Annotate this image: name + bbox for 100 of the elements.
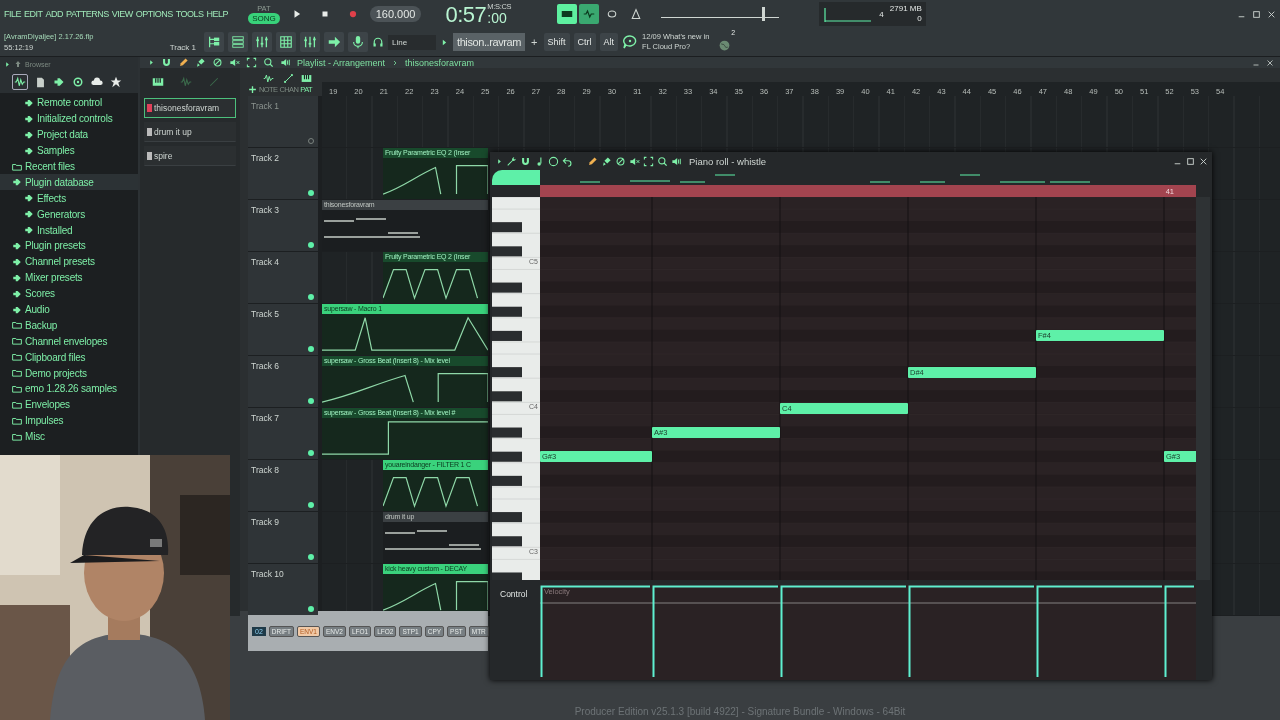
browser-item[interactable]: Impulses [0,412,138,429]
export-button[interactable] [324,32,344,52]
expand-icon[interactable] [4,60,11,68]
tool-corner[interactable] [492,170,540,185]
browser-item[interactable]: Plugin database [0,174,138,191]
sharp-key[interactable] [492,475,522,486]
menu-item[interactable]: TOOLS [175,9,204,19]
slider-thumb[interactable] [761,7,765,21]
track-header[interactable]: Track 9 [248,512,318,563]
menu-item[interactable]: PATTERNS [66,9,109,19]
piano-icon[interactable] [152,76,164,88]
browser-item[interactable]: emo 1.28.26 samples [0,381,138,397]
menu-item[interactable]: ADD [45,9,64,19]
globe-icon[interactable] [718,39,732,52]
no-entry-icon[interactable] [615,155,626,167]
track-header[interactable]: Track 4 [248,252,318,303]
expand-icon[interactable] [148,59,155,66]
no-entry-icon[interactable] [212,57,223,68]
browser-item[interactable]: Initialized controls [0,110,138,127]
track-header[interactable]: Track 8 [248,460,318,511]
modifier-key[interactable]: Ctrl [573,33,596,51]
mixer-button[interactable] [300,32,320,52]
browser-item[interactable]: Channel presets [0,253,138,270]
select-icon[interactable] [246,57,257,68]
browser-item[interactable]: Remote control [0,95,138,111]
browser-item[interactable]: Demo projects [0,365,138,382]
brush-icon[interactable] [195,57,206,68]
sharp-key[interactable] [492,451,522,462]
search-icon[interactable] [657,155,668,167]
select-icon[interactable] [643,155,654,167]
track-enable-dot[interactable] [308,450,314,456]
close-icon[interactable] [1267,9,1276,19]
tempo-display[interactable]: 160.000 [369,6,422,22]
star-icon[interactable] [110,76,122,88]
browser-item[interactable]: Clipboard files [0,349,138,366]
menu-item[interactable]: FILE [4,9,21,19]
file-icon[interactable] [35,76,46,88]
undo-icon[interactable] [562,155,573,167]
snap-dropdown[interactable]: Line [388,34,436,50]
track-header[interactable]: Track 10 [248,564,318,615]
up-arrow-icon[interactable] [14,60,22,68]
add-pattern-button[interactable]: + [529,36,540,48]
track-enable-dot[interactable] [308,554,314,560]
sharp-key[interactable] [492,330,522,341]
expand-icon[interactable] [496,157,503,165]
control-label[interactable]: Control [490,589,528,680]
playlist-button[interactable] [276,32,296,52]
browser-item[interactable]: Misc [0,428,138,445]
browser-item[interactable]: Scores [0,285,138,302]
browser-item[interactable]: Audio [0,301,138,318]
track-header[interactable]: Track 2 [248,148,318,199]
magnet-icon[interactable] [161,57,172,68]
cloud-icon[interactable] [91,76,103,88]
track-header[interactable]: Track 7 [248,408,318,459]
track-header[interactable]: Track 3 [248,200,318,251]
browser-item[interactable]: Installed [0,222,138,238]
velocity-bar[interactable] [1164,585,1195,677]
plug-icon[interactable] [53,76,65,88]
sharp-key[interactable] [492,222,522,233]
sharp-key[interactable] [492,536,522,547]
track-enable-dot[interactable] [308,502,314,508]
headphones-icon[interactable] [372,36,384,48]
pattern-item[interactable]: drum it up [144,122,236,142]
track-enable-dot[interactable] [308,294,314,300]
browser-item[interactable]: Mixer presets [0,269,138,286]
close-icon[interactable] [1199,156,1208,166]
brush-icon[interactable] [601,155,612,167]
browser-item[interactable]: Samples [0,142,138,159]
track-enable-dot[interactable] [308,398,314,404]
modifier-key[interactable]: Shift [543,33,570,51]
menu-item[interactable]: EDIT [24,9,43,19]
maximize-icon[interactable] [1252,9,1261,19]
typing-keyboard-button[interactable] [557,4,578,24]
gear-icon[interactable] [72,76,84,88]
scrollbar[interactable] [1196,197,1210,580]
magnet-icon[interactable] [520,155,531,167]
menu-item[interactable]: HELP [206,9,229,19]
browser-item[interactable]: Channel envelopes [0,333,138,350]
track-enable-dot[interactable] [308,346,314,352]
sharp-key[interactable] [492,427,522,438]
maximize-icon[interactable] [1186,156,1195,166]
channel-rack-button[interactable] [228,32,248,52]
mode-toggle[interactable]: SONG [248,12,280,24]
sharp-key[interactable] [492,391,522,402]
menu-item[interactable]: OPTIONS [135,9,173,19]
sharp-key[interactable] [492,572,522,580]
modifier-key[interactable]: Alt [599,33,619,51]
track-header[interactable]: Track 5 [248,304,318,355]
browser-button[interactable] [204,32,224,52]
track-enable-dot[interactable] [308,242,314,248]
track-enable-dot[interactable] [308,190,314,196]
help-icon[interactable] [622,34,639,50]
play-arrow-icon[interactable] [440,37,449,47]
browser-item[interactable]: Project data [0,126,138,143]
pattern-selector[interactable]: thison..ravram [453,33,526,51]
browser-item[interactable]: Effects [0,190,138,207]
step-edit-button[interactable] [579,4,600,24]
mute-icon[interactable] [229,57,240,68]
track-lane[interactable] [322,96,1280,147]
search-icon[interactable] [263,57,274,68]
